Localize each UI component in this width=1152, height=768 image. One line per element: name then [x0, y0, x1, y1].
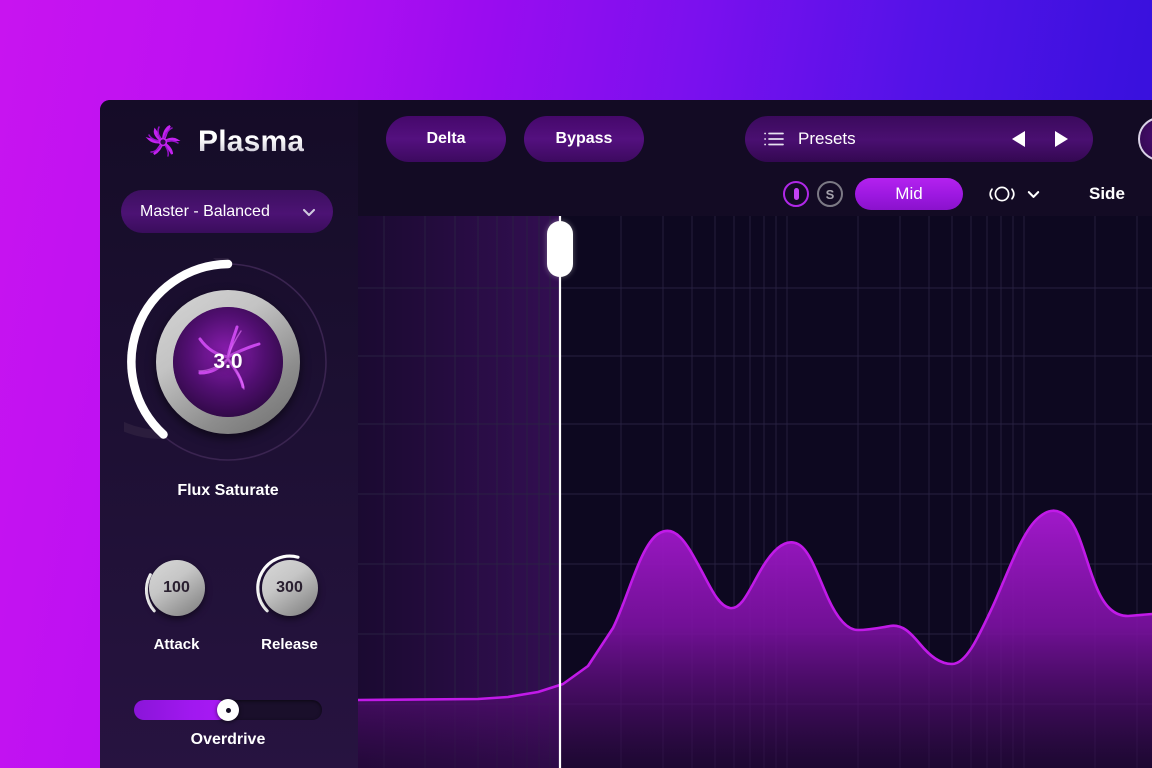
mid-mute-button[interactable]	[783, 181, 809, 207]
side-channel-label[interactable]: Side	[1089, 184, 1125, 204]
left-sidebar: Plasma Master - Balanced	[100, 100, 358, 768]
overdrive-control: Overdrive	[116, 700, 340, 749]
mid-channel-button[interactable]: Mid	[855, 178, 963, 210]
knob-body: 3.0	[156, 290, 300, 434]
presets-bar[interactable]: Presets	[745, 116, 1093, 162]
attack-label: Attack	[129, 636, 225, 653]
overdrive-slider-fill	[134, 700, 228, 720]
preset-prev-button[interactable]	[1007, 127, 1031, 151]
small-knob-row: 100 Attack 300 Release	[120, 548, 346, 653]
app-root: Plasma Master - Balanced	[0, 0, 1152, 768]
presets-label: Presets	[798, 129, 1007, 149]
plasma-swirl-logo-icon	[140, 119, 186, 165]
overdrive-slider[interactable]	[134, 700, 322, 720]
low-band-region	[358, 216, 560, 768]
knob-value: 3.0	[213, 350, 242, 374]
stereo-mode-selector[interactable]	[985, 185, 1041, 203]
triangle-left-icon	[1011, 130, 1027, 148]
knob-plasma-face: 3.0	[173, 307, 283, 417]
mid-side-toolbar: S Mid Side	[358, 172, 1152, 216]
attack-value: 100	[163, 579, 190, 597]
app-title: Plasma	[198, 125, 304, 159]
release-knob[interactable]: 300 Release	[242, 548, 338, 653]
output-knob-button[interactable]	[1138, 117, 1152, 161]
triangle-right-icon	[1053, 130, 1069, 148]
preset-dropdown-value: Master - Balanced	[140, 203, 270, 221]
top-toolbar: Delta Bypass Presets	[358, 100, 1152, 172]
attack-knob[interactable]: 100 Attack	[129, 548, 225, 653]
release-label: Release	[242, 636, 338, 653]
delta-button[interactable]: Delta	[386, 116, 506, 162]
brand: Plasma	[140, 119, 304, 165]
release-knob-body: 300	[262, 560, 318, 616]
chevron-down-icon	[1026, 187, 1041, 202]
bypass-button[interactable]: Bypass	[524, 116, 644, 162]
list-icon	[764, 131, 784, 147]
mute-icon	[794, 188, 799, 200]
spectrum-chart	[358, 216, 1152, 768]
stereo-link-icon	[985, 185, 1019, 203]
playhead-handle[interactable]	[547, 221, 573, 277]
overdrive-slider-thumb[interactable]	[217, 699, 239, 721]
mid-solo-label: S	[826, 188, 835, 201]
attack-knob-body: 100	[149, 560, 205, 616]
chevron-down-icon	[301, 204, 317, 220]
plugin-window: Plasma Master - Balanced	[100, 100, 1152, 768]
flux-saturate-knob[interactable]: 3.0	[124, 258, 332, 466]
flux-saturate-label: Flux Saturate	[100, 482, 356, 500]
preset-dropdown[interactable]: Master - Balanced	[121, 190, 333, 233]
mid-solo-button[interactable]: S	[817, 181, 843, 207]
preset-next-button[interactable]	[1049, 127, 1073, 151]
overdrive-label: Overdrive	[116, 731, 340, 749]
release-value: 300	[276, 579, 303, 597]
spectrum-analyzer[interactable]	[358, 216, 1152, 768]
